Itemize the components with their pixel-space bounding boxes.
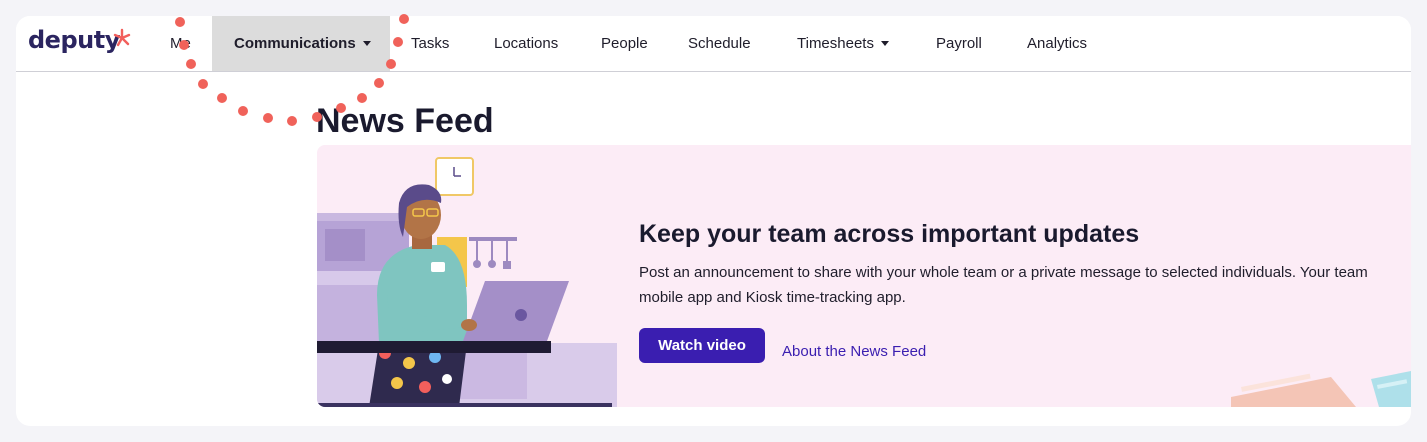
nav-item-label: Analytics (1027, 35, 1088, 52)
nav-item-me[interactable]: Me (170, 16, 191, 71)
nav-item-label: Payroll (936, 35, 982, 52)
decorative-cards-illustration (1231, 371, 1411, 407)
nav-item-label: Tasks (411, 35, 450, 52)
chevron-down-icon (880, 40, 889, 46)
deputy-logo[interactable]: deputy (28, 26, 120, 54)
news-feed-banner: Keep your team across important updates … (317, 145, 1411, 407)
nav-item-schedule[interactable]: Schedule (688, 16, 751, 71)
top-navigation: deputy Me Communications Tasks Locations… (16, 16, 1411, 72)
nav-item-analytics[interactable]: Analytics (1027, 16, 1087, 71)
banner-heading: Keep your team across important updates (639, 220, 1140, 248)
nav-item-label: Schedule (688, 35, 751, 52)
nav-item-communications[interactable]: Communications (212, 16, 390, 71)
banner-description-line: Post an announcement to share with your … (639, 264, 1368, 281)
banner-description-line: mobile app and Kiosk time-tracking app. (639, 289, 906, 306)
nav-item-tasks[interactable]: Tasks (411, 16, 449, 71)
logo-star-icon (113, 28, 131, 47)
nav-item-label: Timesheets (797, 35, 874, 52)
nav-item-people[interactable]: People (601, 16, 648, 71)
page-title: News Feed (316, 102, 494, 140)
nav-item-label: Me (170, 35, 191, 52)
watch-video-button[interactable]: Watch video (639, 328, 765, 363)
nav-item-timesheets[interactable]: Timesheets (797, 16, 889, 71)
banner-description: Post an announcement to share with your … (639, 260, 1411, 310)
nav-item-label: People (601, 35, 648, 52)
person-at-laptop-illustration (317, 157, 617, 407)
nav-item-payroll[interactable]: Payroll (936, 16, 982, 71)
chevron-down-icon (362, 40, 371, 46)
nav-item-label: Locations (494, 35, 559, 52)
nav-item-label: Communications (234, 35, 356, 52)
app-window: deputy Me Communications Tasks Locations… (16, 16, 1411, 426)
nav-item-locations[interactable]: Locations (494, 16, 558, 71)
about-news-feed-link[interactable]: About the News Feed (782, 343, 926, 360)
